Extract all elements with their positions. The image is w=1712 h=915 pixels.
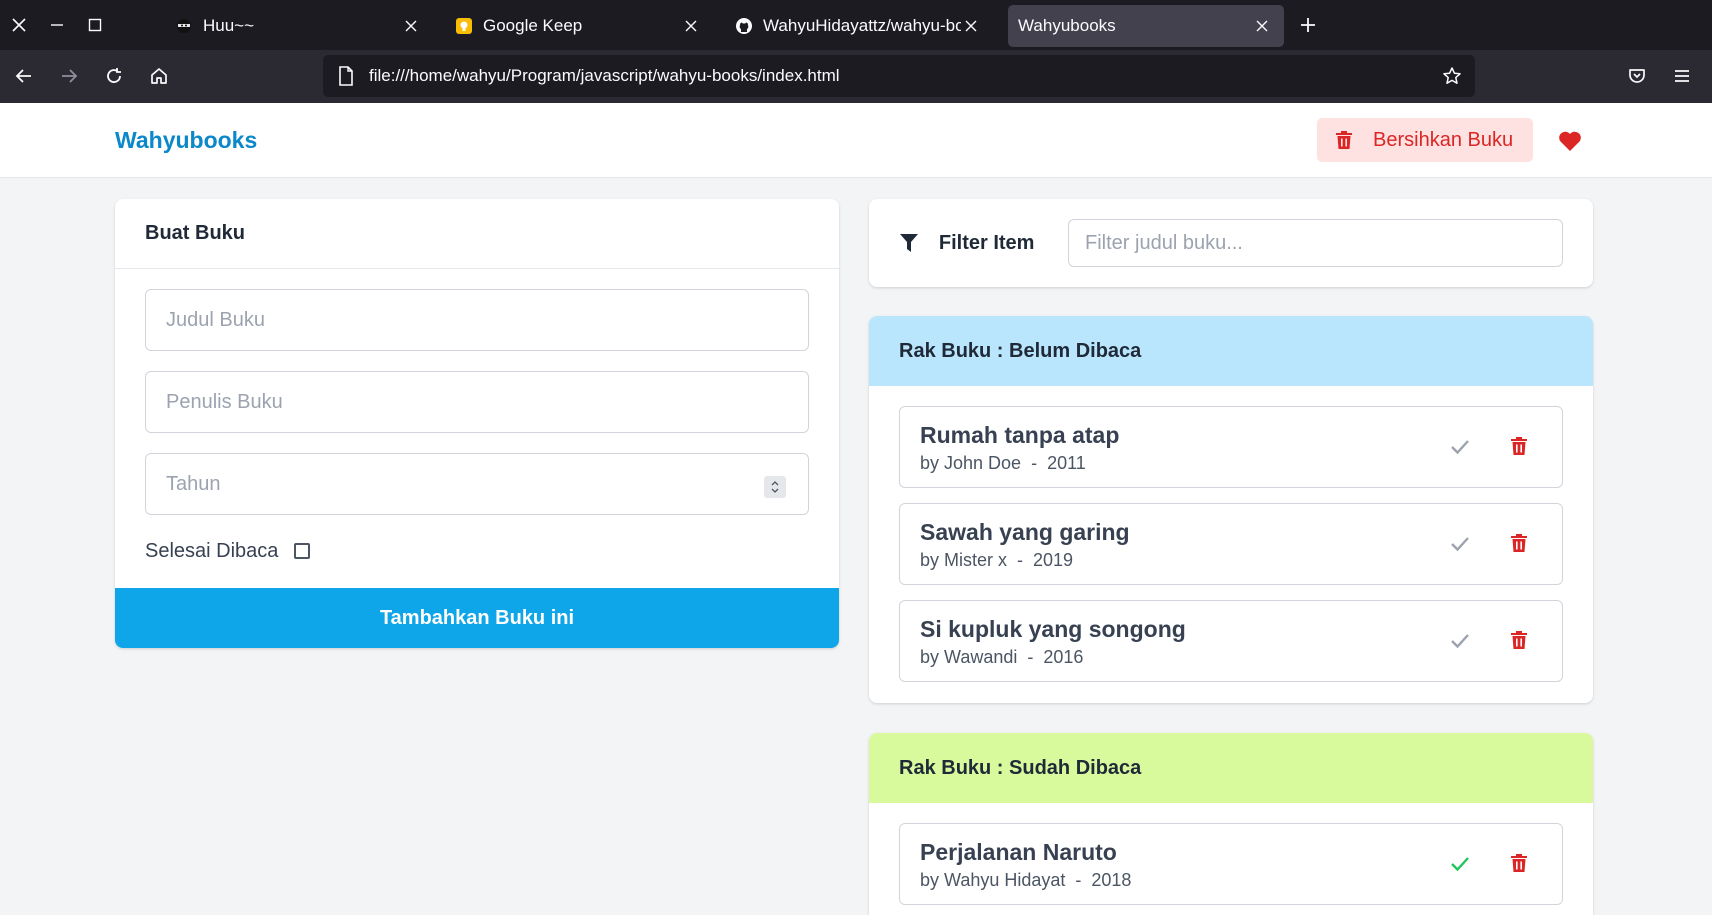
tab-google-keep[interactable]: Google Keep (443, 5, 713, 47)
shelf-unread-title: Rak Buku : Belum Dibaca (869, 316, 1593, 386)
book-item: Perjalanan Naruto by Wahyu Hidayat - 201… (899, 823, 1563, 905)
clear-books-label: Bersihkan Buku (1373, 128, 1514, 151)
window-close-icon[interactable] (0, 0, 38, 50)
browser-tab-bar: Huu~~ Google Keep WahyuHidayattz/wahyu-b… (0, 0, 1712, 50)
mark-unread-check-icon[interactable] (1448, 852, 1472, 876)
tab-wahyubooks[interactable]: Wahyubooks (1008, 5, 1284, 47)
shelf-read: Rak Buku : Sudah Dibaca Perjalanan Narut… (869, 733, 1593, 915)
forward-arrow-icon[interactable] (53, 60, 85, 92)
filter-label: Filter Item (938, 231, 1035, 254)
book-year-input[interactable] (145, 453, 809, 515)
tab-close-icon[interactable] (961, 16, 981, 36)
book-item: Sawah yang garing by Mister x - 2019 (899, 503, 1563, 585)
window-minimize-icon[interactable] (38, 0, 76, 50)
page-icon (335, 65, 357, 87)
page-content: Wahyubooks Bersihkan Buku Buat Buku Sele… (0, 103, 1712, 915)
address-bar[interactable]: file:///home/wahyu/Program/javascript/wa… (323, 55, 1475, 97)
year-spinner-icon[interactable] (764, 476, 786, 498)
tab-close-icon[interactable] (1252, 16, 1272, 36)
mark-read-check-icon[interactable] (1448, 629, 1472, 653)
filter-card: Filter Item (869, 199, 1593, 287)
trash-icon (1335, 129, 1355, 151)
back-arrow-icon[interactable] (8, 60, 40, 92)
clear-books-button[interactable]: Bersihkan Buku (1317, 118, 1533, 162)
finished-reading-label: Selesai Dibaca (145, 539, 279, 562)
tab-title: Wahyubooks (1018, 16, 1116, 35)
tab-close-icon[interactable] (681, 16, 701, 36)
tab-title: Google Keep (483, 16, 583, 35)
delete-book-trash-icon[interactable] (1508, 531, 1530, 555)
delete-book-trash-icon[interactable] (1508, 628, 1530, 652)
filter-icon (899, 232, 921, 254)
bookmark-star-icon[interactable] (1437, 61, 1467, 91)
book-item: Si kupluk yang songong by Wawandi - 2016 (899, 600, 1563, 682)
create-book-title: Buat Buku (115, 199, 839, 269)
shelf-unread: Rak Buku : Belum Dibaca Rumah tanpa atap… (869, 316, 1593, 703)
browser-nav-bar: file:///home/wahyu/Program/javascript/wa… (0, 50, 1712, 103)
mark-read-check-icon[interactable] (1448, 435, 1472, 459)
book-list: Rumah tanpa atap by John Doe - 2011 Sawa… (869, 386, 1593, 682)
ninja-favicon-icon (175, 17, 193, 35)
menu-icon[interactable] (1666, 60, 1698, 92)
reload-icon[interactable] (98, 60, 130, 92)
keep-favicon-icon (455, 17, 473, 35)
brand-logo[interactable]: Wahyubooks (115, 127, 257, 154)
mark-read-check-icon[interactable] (1448, 532, 1472, 556)
home-icon[interactable] (143, 60, 175, 92)
book-item: Rumah tanpa atap by John Doe - 2011 (899, 406, 1563, 488)
create-book-card: Buat Buku Selesai Dibaca Tambahkan Buku … (115, 199, 839, 648)
window-controls (0, 0, 160, 50)
url-text: file:///home/wahyu/Program/javascript/wa… (369, 66, 840, 85)
tab-title: Huu~~ (203, 16, 255, 35)
filter-input[interactable] (1068, 219, 1563, 267)
delete-book-trash-icon[interactable] (1508, 434, 1530, 458)
window-maximize-icon[interactable] (76, 0, 114, 50)
delete-book-trash-icon[interactable] (1508, 851, 1530, 875)
app-header: Wahyubooks Bersihkan Buku (0, 103, 1712, 178)
finished-reading-row: Selesai Dibaca (145, 536, 311, 566)
tab-github[interactable]: WahyuHidayattz/wahyu-bo (723, 5, 993, 47)
github-favicon-icon (735, 17, 753, 35)
shelf-read-title: Rak Buku : Sudah Dibaca (869, 733, 1593, 803)
tab-close-icon[interactable] (401, 16, 421, 36)
pocket-icon[interactable] (1621, 60, 1653, 92)
book-title-input[interactable] (145, 289, 809, 351)
add-book-button[interactable]: Tambahkan Buku ini (115, 588, 839, 648)
book-list: Perjalanan Naruto by Wahyu Hidayat - 201… (869, 803, 1593, 905)
heart-icon[interactable] (1558, 130, 1582, 152)
finished-reading-checkbox[interactable] (294, 543, 311, 559)
new-tab-icon[interactable] (1295, 12, 1321, 38)
book-author-input[interactable] (145, 371, 809, 433)
tab-title: WahyuHidayattz/wahyu-bo (763, 16, 961, 35)
tab-huu[interactable]: Huu~~ (163, 5, 433, 47)
